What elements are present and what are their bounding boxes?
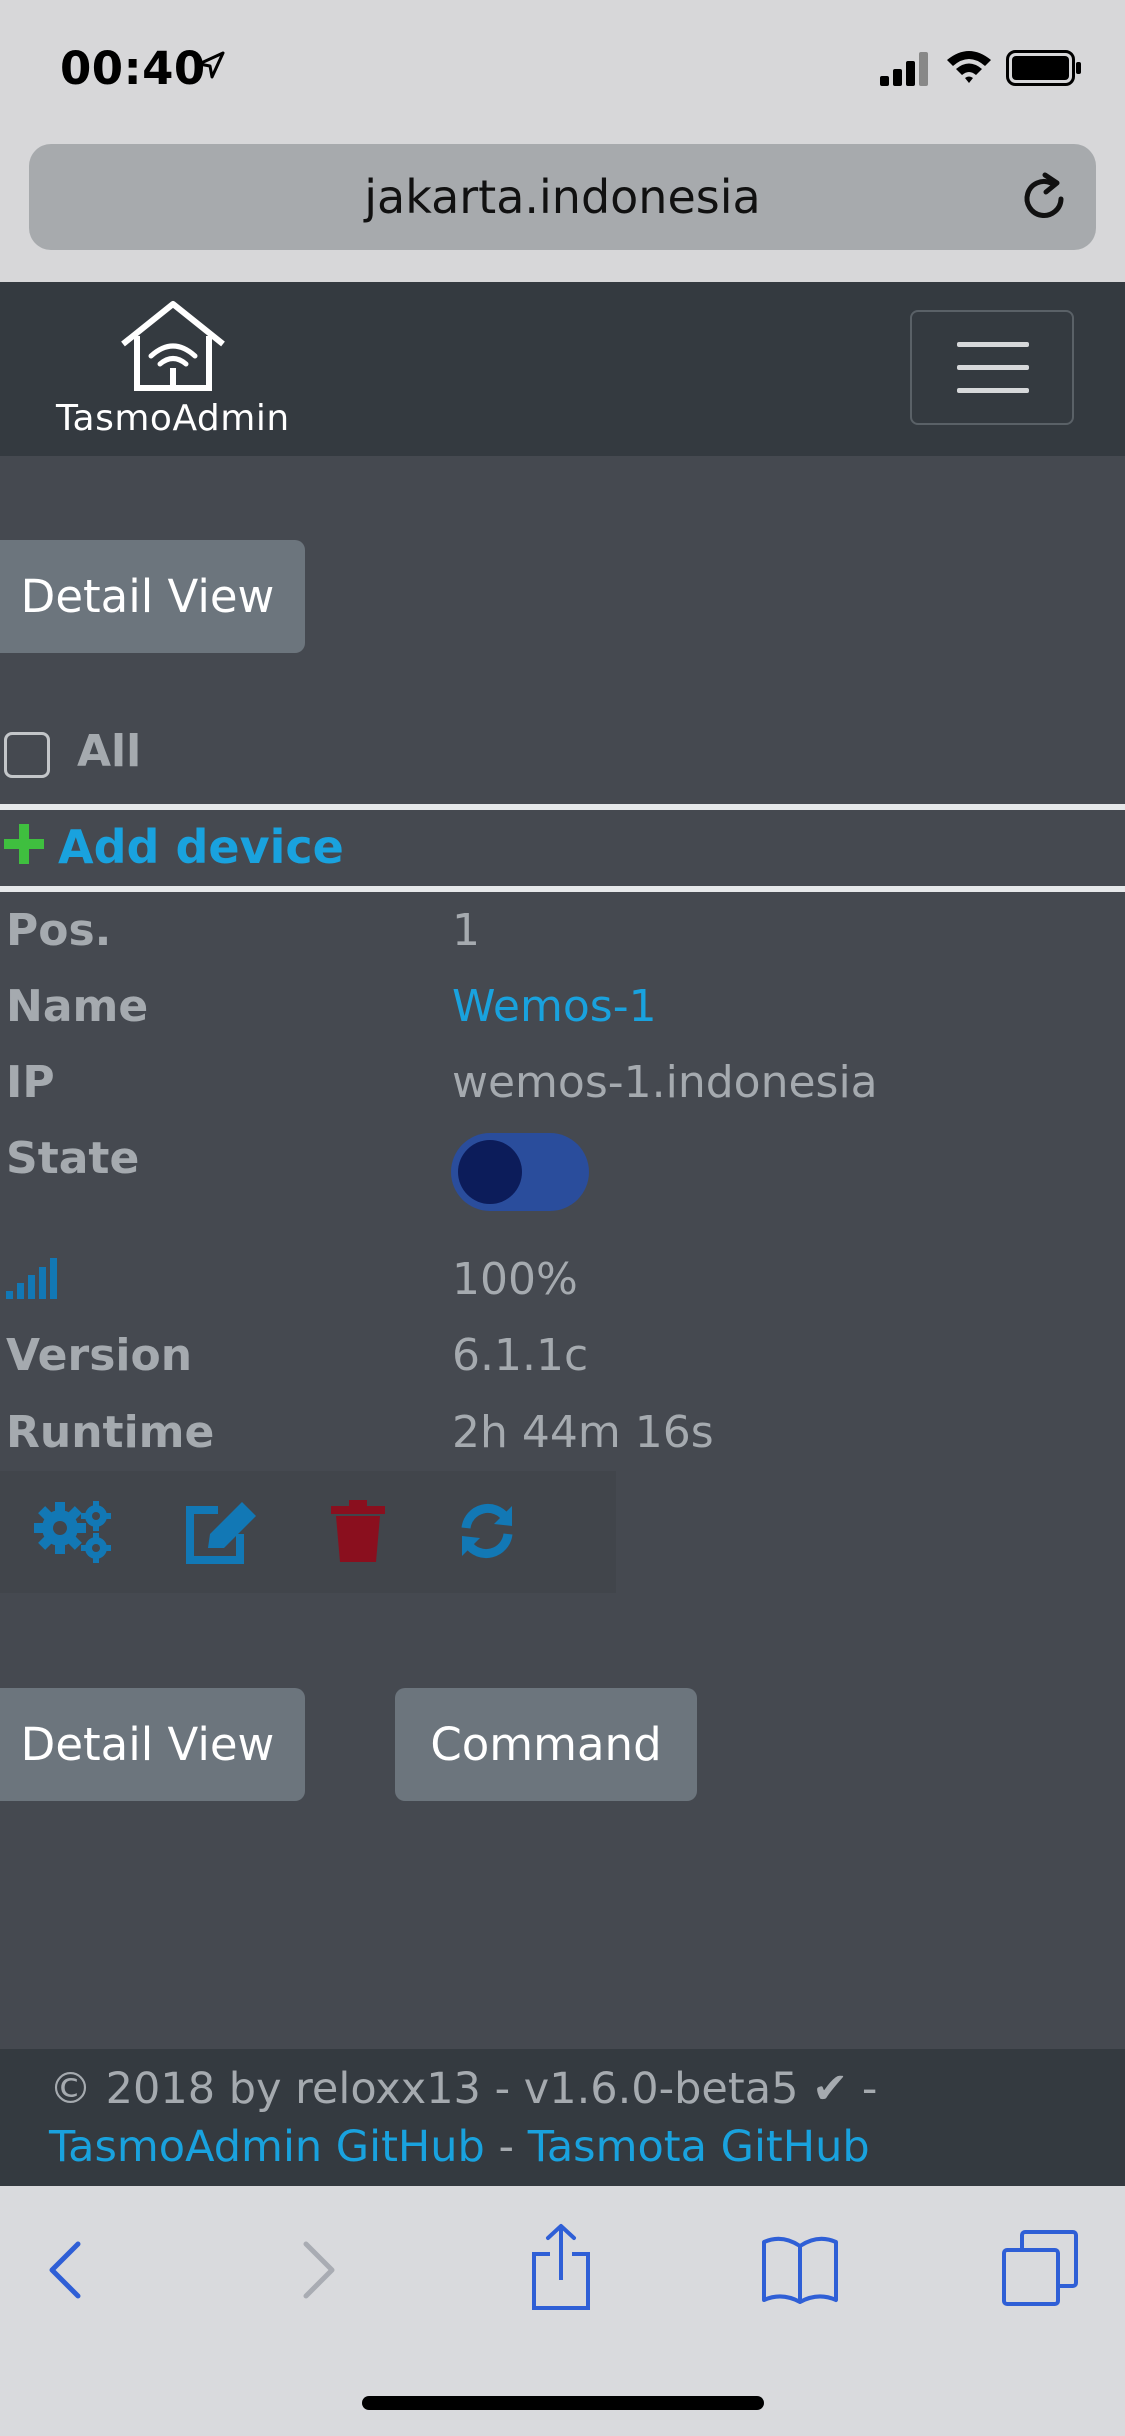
main-content <box>0 456 1125 2049</box>
settings-icon[interactable] <box>32 1498 116 1564</box>
wifi-icon <box>947 51 991 83</box>
status-time: 00:40 <box>60 42 206 95</box>
divider <box>0 804 1125 810</box>
bookmarks-icon[interactable] <box>760 2232 840 2308</box>
detail-view-button[interactable]: Detail View <box>0 1688 305 1801</box>
edit-icon[interactable] <box>184 1500 260 1566</box>
add-device-link[interactable]: Add device <box>58 820 344 874</box>
check-icon: ✔ <box>812 2064 849 2114</box>
brand-name: TasmoAdmin <box>56 398 290 439</box>
url-text: jakarta.indonesia <box>364 170 761 224</box>
footer-separator: - <box>861 2064 878 2114</box>
version-value: 6.1.1c <box>452 1330 589 1381</box>
ip-value: wemos-1.indonesia <box>452 1057 878 1108</box>
forward-icon[interactable] <box>298 2240 338 2300</box>
footer-separator: - <box>484 2122 528 2172</box>
command-button[interactable]: Command <box>395 1688 697 1801</box>
state-toggle[interactable] <box>451 1133 589 1211</box>
refresh-icon[interactable] <box>454 1498 520 1564</box>
battery-icon <box>1006 50 1081 86</box>
select-all-checkbox[interactable] <box>4 732 50 778</box>
detail-view-button[interactable]: Detail View <box>0 540 305 653</box>
name-label: Name <box>6 981 149 1032</box>
cellular-signal-icon <box>880 52 928 86</box>
rssi-value: 100% <box>452 1254 578 1305</box>
plus-icon <box>4 824 44 864</box>
tasmota-github-link[interactable]: Tasmota GitHub <box>528 2122 870 2172</box>
pos-value: 1 <box>452 905 480 956</box>
divider <box>0 886 1125 892</box>
version-label: Version <box>6 1330 193 1381</box>
select-all-label: All <box>77 726 142 777</box>
reload-icon[interactable] <box>1017 172 1071 226</box>
footer-copyright-text: © 2018 by reloxx13 - v1.6.0-beta5 <box>49 2064 799 2114</box>
tabs-icon[interactable] <box>1000 2228 1080 2308</box>
ip-label: IP <box>6 1057 55 1108</box>
home-indicator <box>362 2396 764 2410</box>
brand[interactable]: TasmoAdmin <box>56 300 290 440</box>
hamburger-line <box>957 365 1029 370</box>
device-name-link[interactable]: Wemos-1 <box>452 981 657 1032</box>
hamburger-line <box>957 388 1029 393</box>
tasmoadmin-github-link[interactable]: TasmoAdmin GitHub <box>49 2122 485 2172</box>
state-label: State <box>6 1133 140 1184</box>
delete-icon[interactable] <box>329 1498 387 1564</box>
runtime-value: 2h 44m 16s <box>452 1407 714 1458</box>
runtime-label: Runtime <box>6 1407 215 1458</box>
address-bar[interactable]: jakarta.indonesia <box>29 144 1096 250</box>
footer-links: TasmoAdmin GitHub - Tasmota GitHub <box>49 2122 870 2172</box>
tasmota-home-logo-icon <box>121 301 225 391</box>
menu-toggle-button[interactable] <box>910 310 1074 425</box>
back-icon[interactable] <box>46 2240 86 2300</box>
footer-copyright: © 2018 by reloxx13 - v1.6.0-beta5 ✔ - <box>49 2064 877 2114</box>
pos-label: Pos. <box>6 905 112 956</box>
location-arrow-icon <box>197 51 225 79</box>
wifi-signal-strength-icon <box>6 1258 57 1299</box>
toggle-knob <box>458 1140 522 1204</box>
hamburger-line <box>957 342 1029 347</box>
share-icon[interactable] <box>530 2222 592 2312</box>
